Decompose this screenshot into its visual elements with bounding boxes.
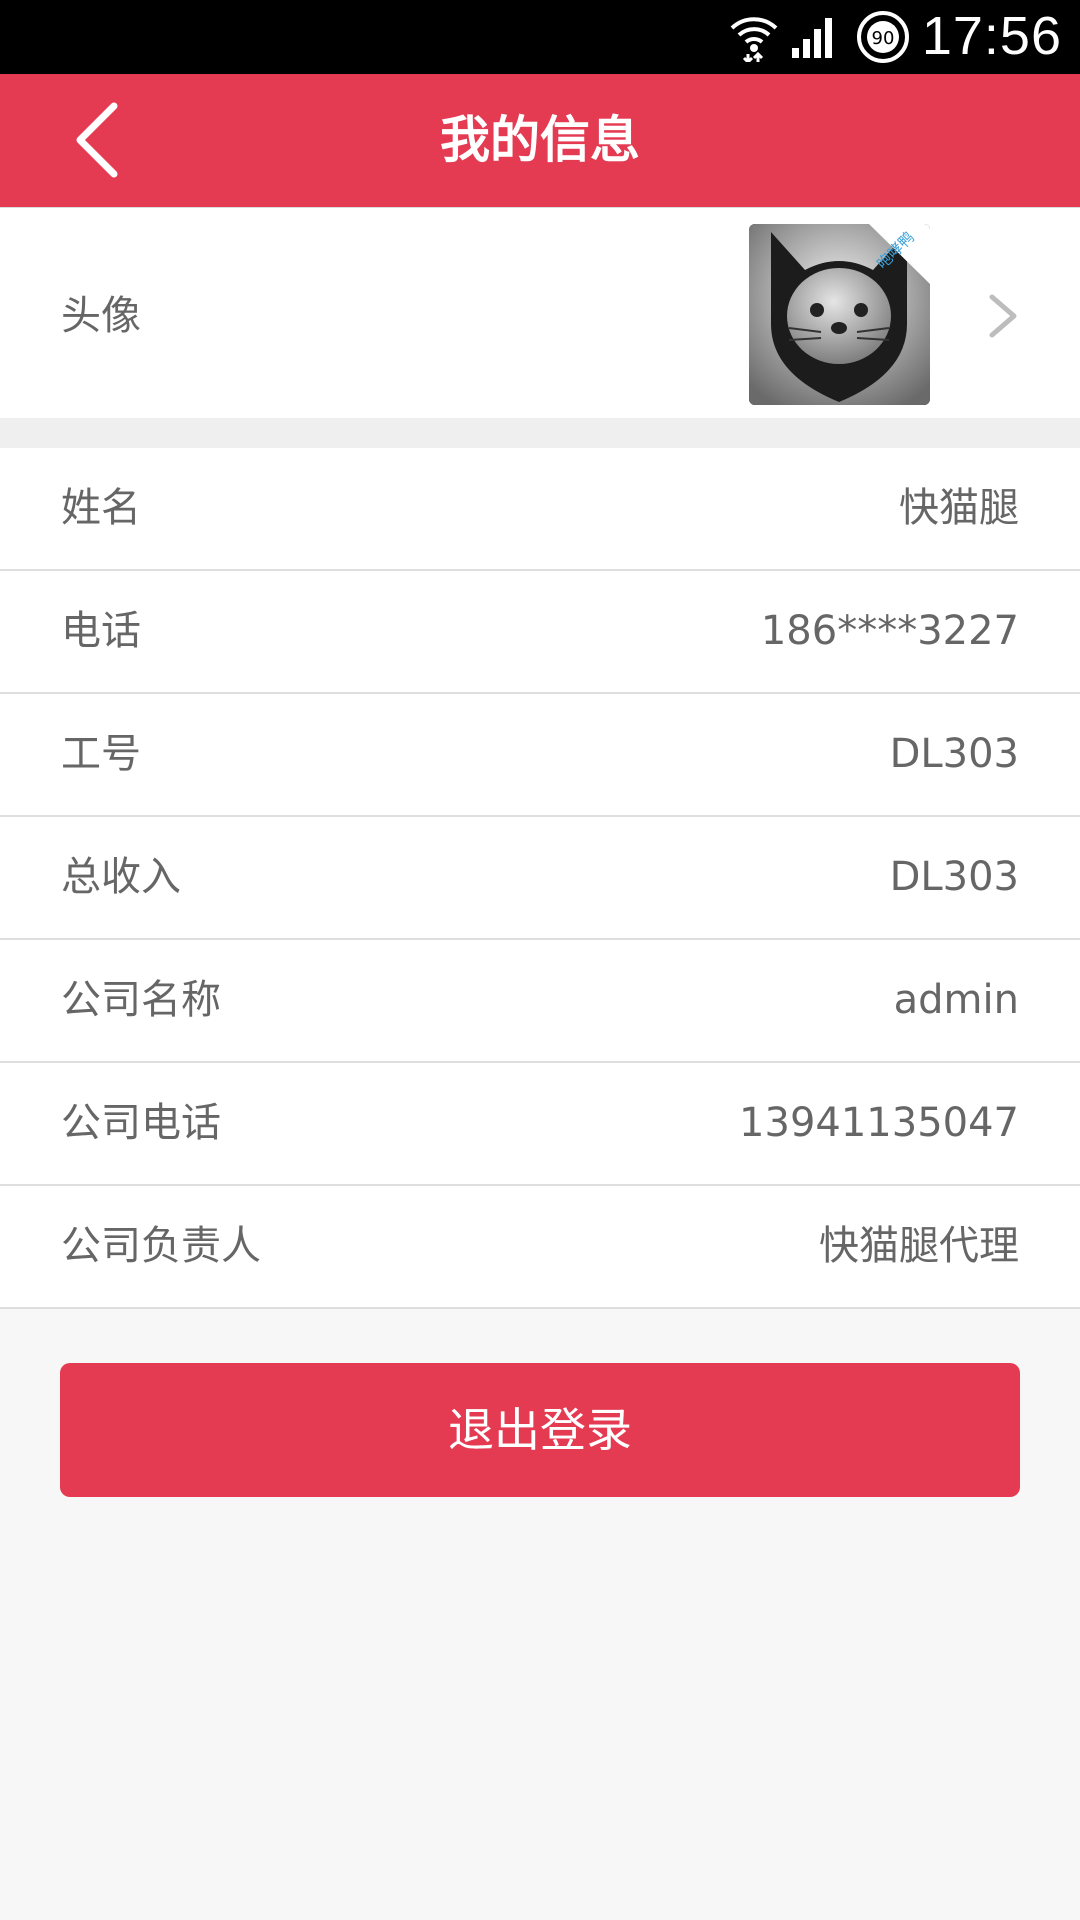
info-value: 13941135047 xyxy=(739,1100,1019,1146)
wifi-icon xyxy=(730,17,778,62)
info-value: DL303 xyxy=(889,731,1019,777)
signal-icon xyxy=(792,18,832,58)
info-label: 工号 xyxy=(61,731,141,777)
info-value: 快猫腿 xyxy=(899,485,1019,531)
logout-button[interactable]: 退出登录 xyxy=(60,1363,1020,1497)
info-label: 姓名 xyxy=(61,485,141,531)
info-row-company-phone: 公司电话 13941135047 xyxy=(0,1063,1080,1186)
status-bar: 90 17:56 xyxy=(0,0,1080,74)
info-label: 总收入 xyxy=(61,854,181,900)
info-label: 公司电话 xyxy=(61,1100,221,1146)
info-value: 186****3227 xyxy=(760,608,1019,654)
info-value: DL303 xyxy=(889,854,1019,900)
battery-saver-icon: 90 xyxy=(857,11,909,63)
info-value: admin xyxy=(893,977,1019,1023)
avatar[interactable]: 咆哮鸭 xyxy=(749,224,930,405)
back-arrow-icon[interactable] xyxy=(72,100,132,180)
info-row-total-income: 总收入 DL303 xyxy=(0,817,1080,940)
info-row-company-name: 公司名称 admin xyxy=(0,940,1080,1063)
info-label: 公司负责人 xyxy=(61,1223,261,1269)
section-divider xyxy=(0,418,1080,448)
info-list: 姓名 快猫腿 电话 186****3227 工号 DL303 总收入 DL303… xyxy=(0,448,1080,1309)
cat-logo-icon: 咆哮鸭 xyxy=(749,224,930,405)
status-time: 17:56 xyxy=(921,6,1062,66)
status-badge-text: 90 xyxy=(872,28,895,49)
info-row-name: 姓名 快猫腿 xyxy=(0,448,1080,571)
avatar-row[interactable]: 头像 咆哮鸭 xyxy=(0,207,1080,419)
info-row-company-manager: 公司负责人 快猫腿代理 xyxy=(0,1186,1080,1309)
info-row-employee-id: 工号 DL303 xyxy=(0,694,1080,817)
info-label: 电话 xyxy=(61,608,141,654)
info-row-phone: 电话 186****3227 xyxy=(0,571,1080,694)
page-title: 我的信息 xyxy=(440,111,640,169)
chevron-right-icon xyxy=(989,294,1017,338)
avatar-label: 头像 xyxy=(61,293,141,339)
info-label: 公司名称 xyxy=(61,977,221,1023)
info-value: 快猫腿代理 xyxy=(819,1223,1019,1269)
top-app-bar: 我的信息 xyxy=(0,74,1080,207)
